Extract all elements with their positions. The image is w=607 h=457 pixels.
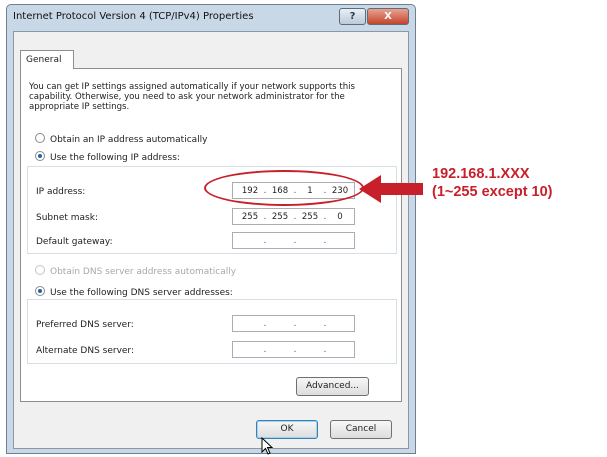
subnet-octet-4: 0 bbox=[337, 212, 343, 222]
cancel-button[interactable]: Cancel bbox=[330, 420, 392, 439]
dialog-client-area: General You can get IP settings assigned… bbox=[13, 31, 409, 449]
tab-general[interactable]: General bbox=[20, 50, 74, 69]
use-following-dns-label: Use the following DNS server addresses: bbox=[50, 288, 233, 298]
obtain-ip-auto-label: Obtain an IP address automatically bbox=[50, 135, 208, 145]
description-text: You can get IP settings assigned automat… bbox=[29, 82, 356, 112]
annotation-range-note: (1~255 except 10) bbox=[432, 184, 553, 200]
alternate-dns-field[interactable]: . . . bbox=[232, 341, 355, 358]
help-button[interactable]: ? bbox=[339, 8, 366, 25]
obtain-dns-auto-label: Obtain DNS server address automatically bbox=[50, 267, 237, 277]
advanced-button[interactable]: Advanced... bbox=[296, 377, 369, 396]
properties-dialog: Internet Protocol Version 4 (TCP/IPv4) P… bbox=[6, 4, 416, 454]
title-bar[interactable]: Internet Protocol Version 4 (TCP/IPv4) P… bbox=[7, 5, 415, 31]
preferred-dns-label: Preferred DNS server: bbox=[36, 320, 134, 330]
obtain-ip-auto-option[interactable]: Obtain an IP address automatically bbox=[35, 133, 208, 145]
preferred-dns-field[interactable]: . . . bbox=[232, 315, 355, 332]
annotation-ip-pattern: 192.168.1.XXX bbox=[432, 166, 530, 182]
subnet-mask-field[interactable]: 255 . 255 . 255 . 0 bbox=[232, 208, 355, 225]
ip-address-label: IP address: bbox=[36, 187, 86, 197]
subnet-mask-label: Subnet mask: bbox=[36, 213, 98, 223]
mouse-cursor-icon bbox=[261, 437, 274, 455]
close-button[interactable]: X bbox=[367, 8, 409, 25]
obtain-dns-auto-option: Obtain DNS server address automatically bbox=[35, 265, 236, 277]
default-gateway-field[interactable]: . . . bbox=[232, 232, 355, 249]
subnet-octet-3: 255 bbox=[301, 212, 319, 222]
obtain-dns-auto-radio bbox=[35, 265, 45, 275]
use-following-ip-radio[interactable] bbox=[35, 151, 45, 161]
dns-settings-group: Preferred DNS server: . . . Alternate DN… bbox=[27, 299, 397, 364]
red-arrow-icon bbox=[359, 175, 423, 203]
use-following-ip-label: Use the following IP address: bbox=[50, 153, 180, 163]
ip-address-highlight-ellipse bbox=[204, 170, 364, 206]
use-following-ip-option[interactable]: Use the following IP address: bbox=[35, 151, 180, 163]
use-following-dns-option[interactable]: Use the following DNS server addresses: bbox=[35, 286, 233, 298]
general-tab-panel: You can get IP settings assigned automat… bbox=[20, 68, 402, 402]
subnet-octet-2: 255 bbox=[271, 212, 289, 222]
alternate-dns-label: Alternate DNS server: bbox=[36, 346, 135, 356]
obtain-ip-auto-radio[interactable] bbox=[35, 133, 45, 143]
use-following-dns-radio[interactable] bbox=[35, 286, 45, 296]
subnet-octet-1: 255 bbox=[241, 212, 259, 222]
dialog-title: Internet Protocol Version 4 (TCP/IPv4) P… bbox=[13, 11, 254, 22]
default-gateway-label: Default gateway: bbox=[36, 237, 113, 247]
